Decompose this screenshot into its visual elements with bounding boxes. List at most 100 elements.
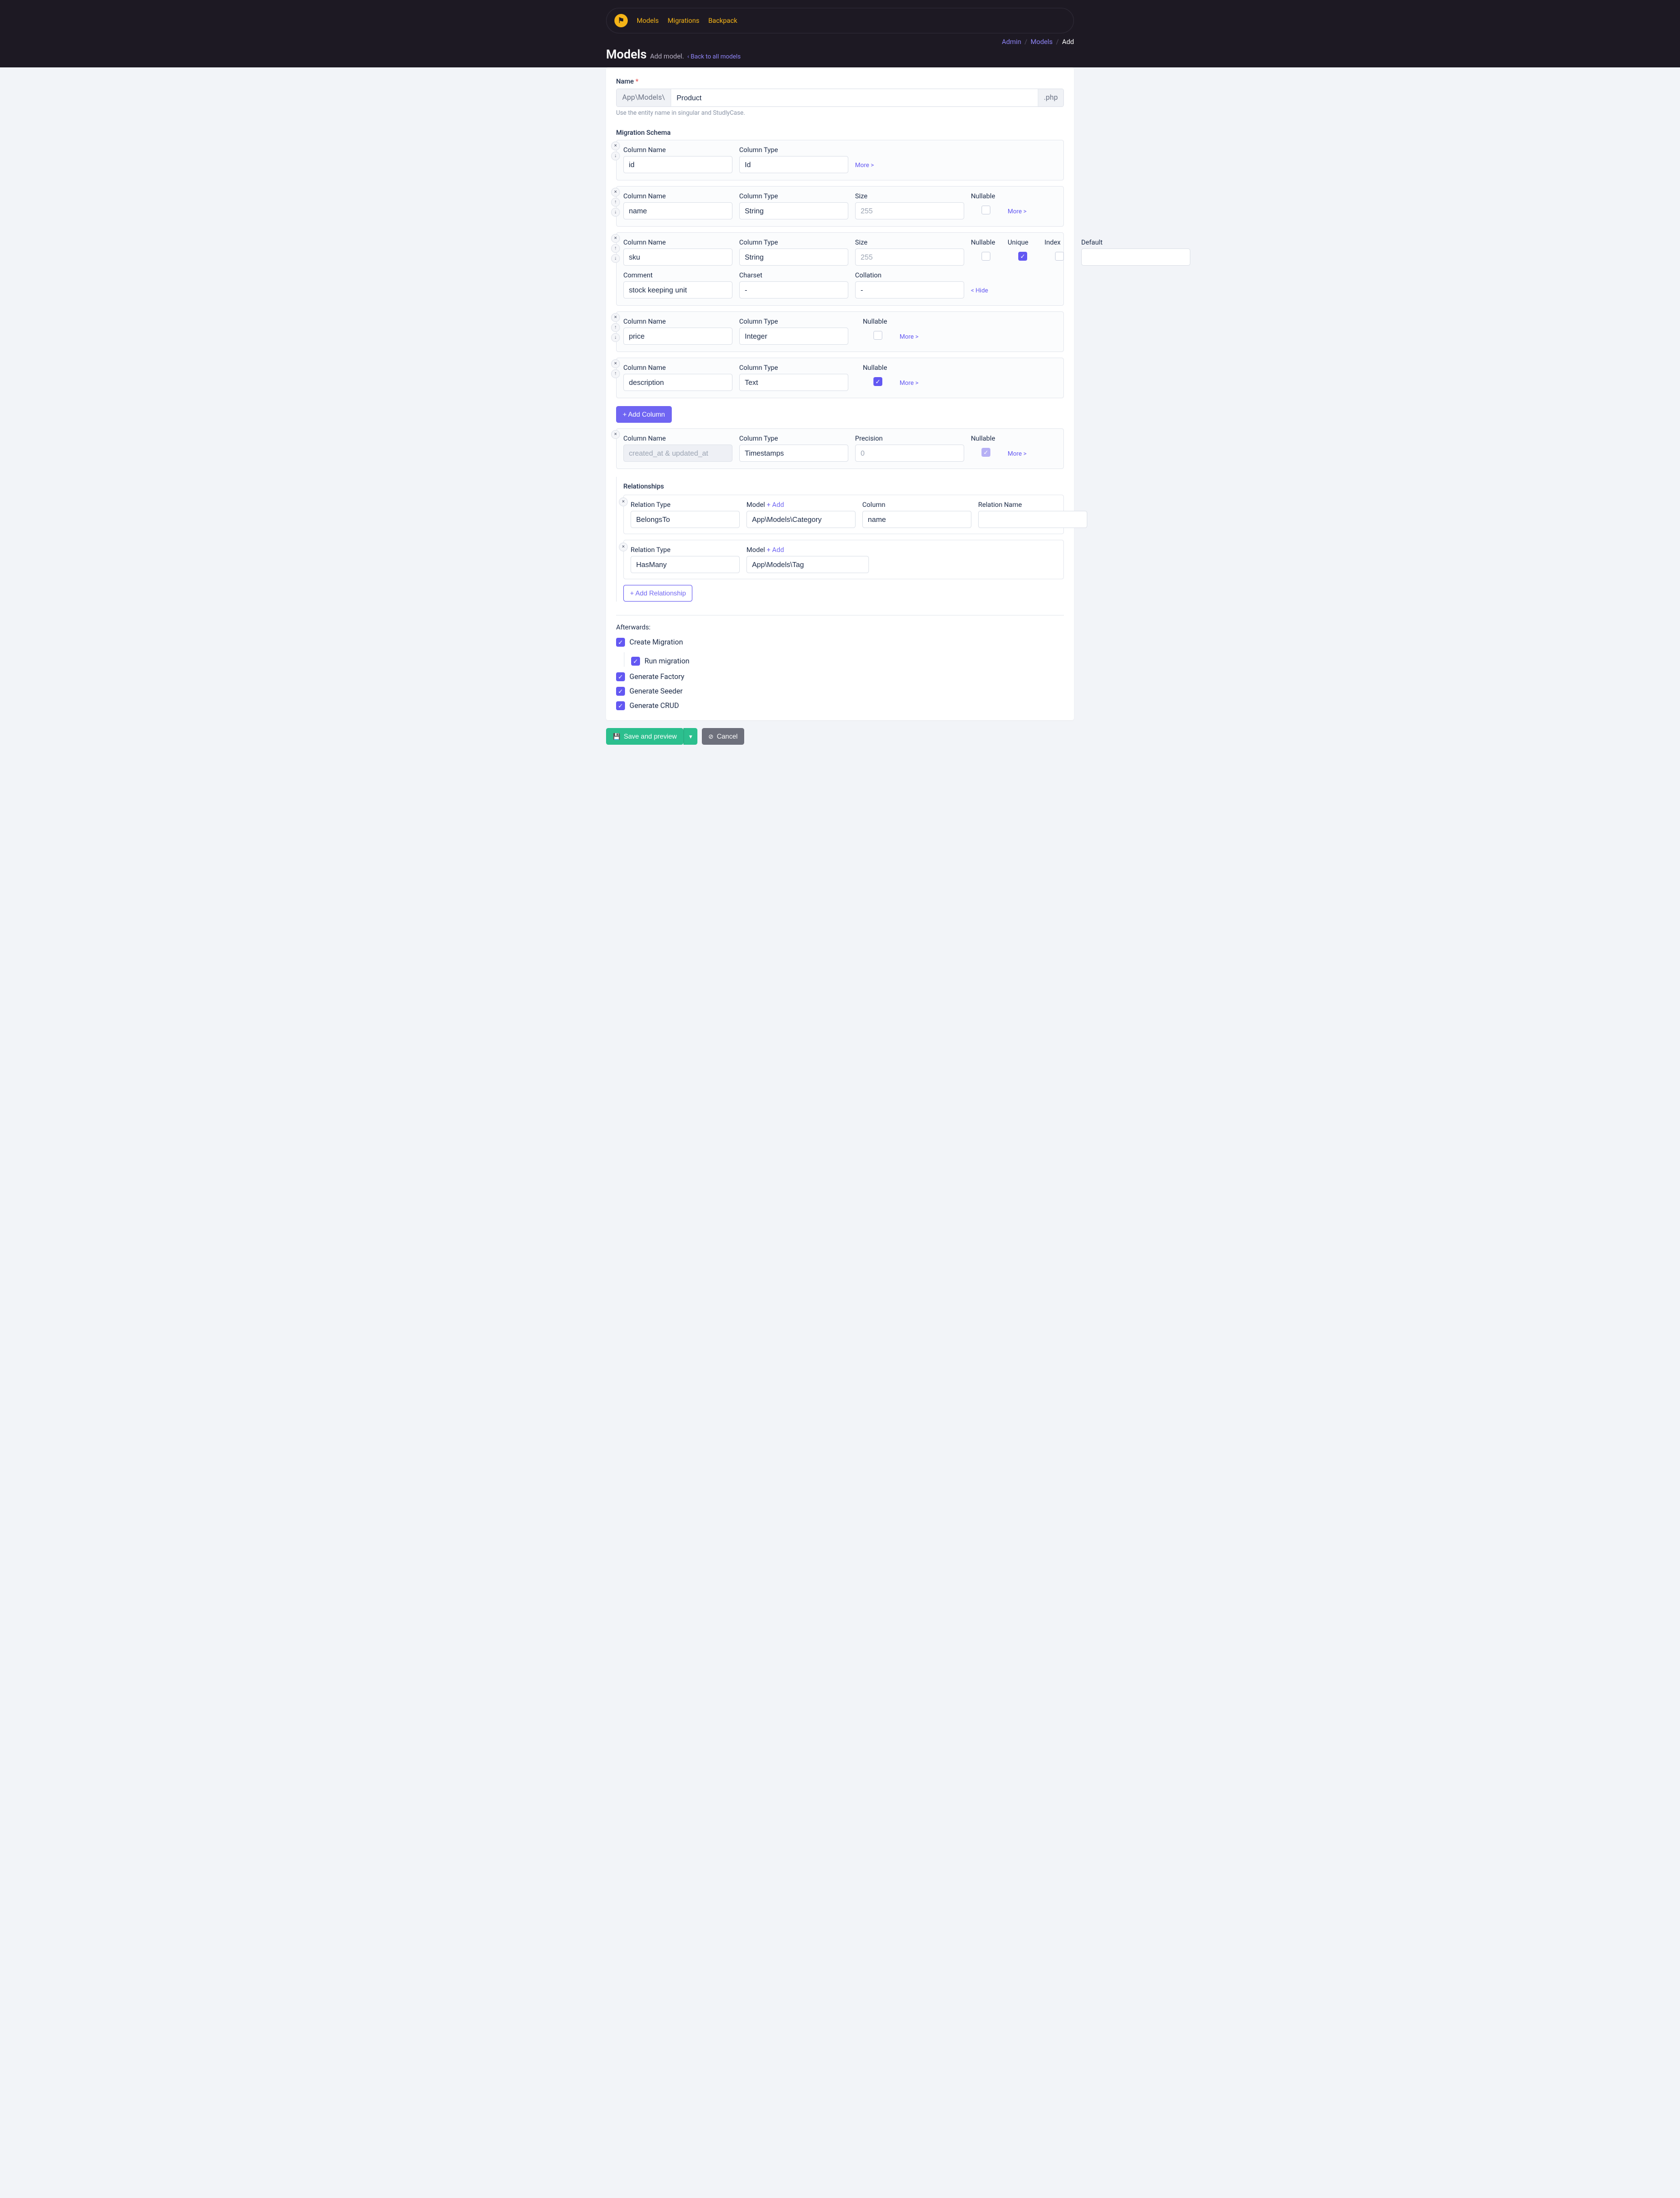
default-input[interactable] bbox=[1081, 248, 1190, 266]
rel-model-select[interactable] bbox=[746, 511, 856, 528]
move-up-btn[interactable]: ↑ bbox=[611, 369, 620, 378]
move-up-btn[interactable]: ↑ bbox=[611, 244, 620, 253]
page-title: Models bbox=[606, 48, 647, 62]
nav-models[interactable]: Models bbox=[637, 17, 659, 25]
create-migration-checkbox[interactable] bbox=[616, 638, 625, 647]
breadcrumb-models[interactable]: Models bbox=[1031, 38, 1053, 46]
rel-model-label: Model + Add bbox=[746, 501, 856, 509]
move-down-btn[interactable]: ↓ bbox=[611, 152, 620, 160]
nullable-checkbox bbox=[981, 448, 990, 457]
more-link[interactable]: More > bbox=[900, 368, 919, 387]
index-label: Index bbox=[1044, 238, 1075, 246]
breadcrumb-admin[interactable]: Admin bbox=[1002, 38, 1022, 46]
nav-migrations[interactable]: Migrations bbox=[668, 17, 700, 25]
col-type-select[interactable] bbox=[739, 248, 848, 266]
comment-input[interactable] bbox=[623, 281, 732, 299]
nullable-label: Nullable bbox=[971, 434, 1001, 442]
remove-col-btn[interactable]: × bbox=[611, 313, 620, 322]
save-icon: 💾 bbox=[613, 733, 621, 740]
move-down-btn[interactable]: ↓ bbox=[611, 333, 620, 342]
remove-col-btn[interactable]: × bbox=[611, 430, 620, 439]
move-up-btn[interactable]: ↑ bbox=[611, 323, 620, 332]
rel-name-input[interactable] bbox=[978, 511, 1087, 528]
name-input-group: App\Models\ .php bbox=[616, 89, 1064, 107]
col-type-select[interactable] bbox=[739, 445, 848, 462]
index-checkbox[interactable] bbox=[1055, 252, 1064, 261]
breadcrumb: Admin / Models / Add bbox=[606, 33, 1074, 48]
name-label: Name * bbox=[616, 77, 1064, 85]
more-link[interactable]: More > bbox=[1008, 197, 1027, 215]
schema-col-id: × ↓ Column Name Column Type More > bbox=[616, 140, 1064, 180]
col-type-label: Column Type bbox=[739, 364, 848, 372]
precision-input[interactable] bbox=[855, 445, 964, 462]
run-migration-checkbox[interactable] bbox=[631, 657, 640, 666]
col-name-input[interactable] bbox=[623, 248, 732, 266]
relationship-item: × Relation Type Model + Add Column bbox=[623, 495, 1064, 534]
page-subtitle: Add model. bbox=[650, 52, 684, 60]
back-link[interactable]: ‹ Back to all models bbox=[687, 53, 741, 60]
col-type-label: Column Type bbox=[739, 318, 848, 325]
rel-column-label: Column bbox=[862, 501, 971, 509]
default-label: Default bbox=[1081, 238, 1190, 246]
afterwards-heading: Afterwards: bbox=[616, 623, 1064, 631]
top-nav: ⚑ Models Migrations Backpack bbox=[606, 8, 1074, 33]
size-input[interactable] bbox=[855, 248, 964, 266]
col-type-label: Column Type bbox=[739, 146, 848, 154]
collation-select[interactable] bbox=[855, 281, 964, 299]
generate-factory-checkbox[interactable] bbox=[616, 672, 625, 681]
generate-seeder-checkbox[interactable] bbox=[616, 687, 625, 696]
col-name-input[interactable] bbox=[623, 202, 732, 219]
save-dropdown-button[interactable]: ▾ bbox=[683, 728, 697, 745]
col-type-select[interactable] bbox=[739, 328, 848, 345]
remove-col-btn[interactable]: × bbox=[611, 359, 620, 368]
schema-col-price: × ↑ ↓ Column Name Column Type Nullable M… bbox=[616, 311, 1064, 352]
timestamps-name-input bbox=[623, 445, 732, 462]
remove-col-btn[interactable]: × bbox=[611, 234, 620, 243]
remove-rel-btn[interactable]: × bbox=[619, 543, 628, 551]
remove-rel-btn[interactable]: × bbox=[619, 497, 628, 506]
generate-crud-label: Generate CRUD bbox=[629, 702, 679, 710]
remove-col-btn[interactable]: × bbox=[611, 188, 620, 197]
add-column-button[interactable]: + Add Column bbox=[616, 406, 672, 423]
name-input[interactable] bbox=[671, 89, 1038, 106]
col-name-input[interactable] bbox=[623, 374, 732, 391]
col-name-label: Column Name bbox=[623, 238, 732, 246]
cancel-button[interactable]: ⊘ Cancel bbox=[702, 728, 745, 745]
generate-seeder-label: Generate Seeder bbox=[629, 687, 683, 696]
nullable-checkbox[interactable] bbox=[873, 377, 882, 386]
more-link[interactable]: More > bbox=[1008, 439, 1027, 457]
size-input[interactable] bbox=[855, 202, 964, 219]
col-type-select[interactable] bbox=[739, 202, 848, 219]
more-link[interactable]: More > bbox=[855, 150, 874, 169]
more-link[interactable]: More > bbox=[900, 322, 919, 340]
col-name-input[interactable] bbox=[623, 328, 732, 345]
generate-crud-checkbox[interactable] bbox=[616, 701, 625, 710]
remove-col-btn[interactable]: × bbox=[611, 141, 620, 150]
save-button[interactable]: 💾 Save and preview bbox=[606, 728, 683, 745]
breadcrumb-current: Add bbox=[1062, 38, 1074, 46]
col-type-select[interactable] bbox=[739, 374, 848, 391]
col-type-select[interactable] bbox=[739, 156, 848, 173]
relationships-section: Relationships × Relation Type Model + Ad… bbox=[616, 477, 1064, 602]
nav-backpack[interactable]: Backpack bbox=[709, 17, 738, 25]
add-relationship-button[interactable]: + Add Relationship bbox=[623, 585, 692, 602]
rel-type-select[interactable] bbox=[631, 511, 740, 528]
rel-model-select[interactable] bbox=[746, 556, 869, 573]
hide-link[interactable]: < Hide bbox=[971, 276, 988, 294]
add-model-link[interactable]: + Add bbox=[766, 501, 784, 509]
nullable-label: Nullable bbox=[971, 238, 1001, 246]
nullable-checkbox[interactable] bbox=[981, 206, 990, 214]
rel-column-select[interactable] bbox=[862, 511, 971, 528]
nullable-checkbox[interactable] bbox=[981, 252, 990, 261]
charset-select[interactable] bbox=[739, 281, 848, 299]
move-up-btn[interactable]: ↑ bbox=[611, 198, 620, 207]
col-name-label: Column Name bbox=[623, 434, 732, 442]
add-model-link[interactable]: + Add bbox=[766, 546, 784, 554]
unique-checkbox[interactable] bbox=[1018, 252, 1027, 261]
move-down-btn[interactable]: ↓ bbox=[611, 254, 620, 263]
rel-type-select[interactable] bbox=[631, 556, 740, 573]
col-name-input[interactable] bbox=[623, 156, 732, 173]
nullable-checkbox[interactable] bbox=[873, 331, 882, 340]
rel-type-label: Relation Type bbox=[631, 501, 740, 509]
move-down-btn[interactable]: ↓ bbox=[611, 208, 620, 217]
